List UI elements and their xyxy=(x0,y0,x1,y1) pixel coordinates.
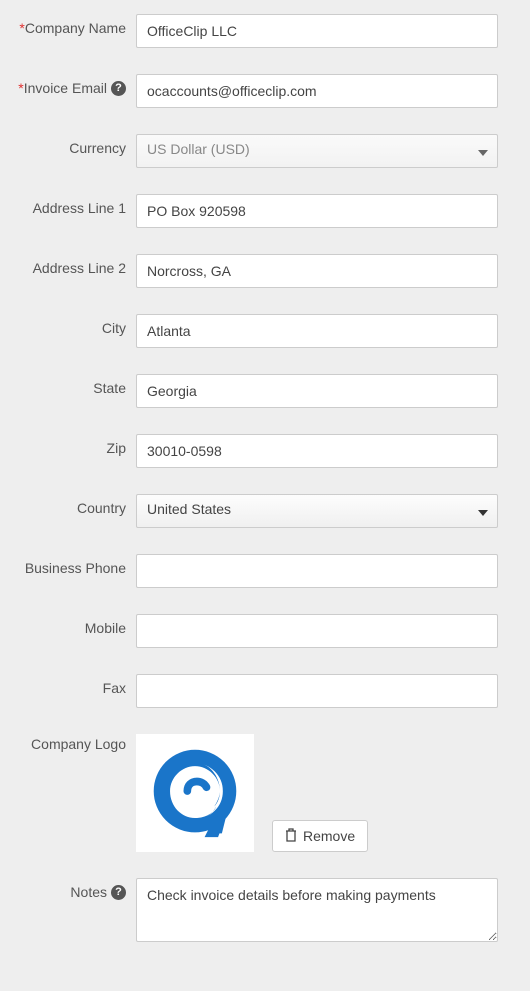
label-notes: Notes ? xyxy=(14,878,136,900)
row-address2: Address Line 2 xyxy=(14,254,498,288)
remove-logo-button[interactable]: Remove xyxy=(272,820,368,852)
row-state: State xyxy=(14,374,498,408)
label-company-logo: Company Logo xyxy=(14,734,136,752)
label-city: City xyxy=(14,314,136,336)
mobile-input[interactable] xyxy=(136,614,498,648)
help-icon[interactable]: ? xyxy=(111,885,126,900)
zip-input[interactable] xyxy=(136,434,498,468)
city-input[interactable] xyxy=(136,314,498,348)
row-fax: Fax xyxy=(14,674,498,708)
business-phone-input[interactable] xyxy=(136,554,498,588)
label-mobile: Mobile xyxy=(14,614,136,636)
help-icon[interactable]: ? xyxy=(111,81,126,96)
address1-input[interactable] xyxy=(136,194,498,228)
row-country: Country United States xyxy=(14,494,498,528)
logo-icon xyxy=(147,745,243,841)
row-invoice-email: *Invoice Email ? xyxy=(14,74,498,108)
row-notes: Notes ? xyxy=(14,878,498,945)
row-mobile: Mobile xyxy=(14,614,498,648)
company-name-input[interactable] xyxy=(136,14,498,48)
label-business-phone: Business Phone xyxy=(14,554,136,576)
row-business-phone: Business Phone xyxy=(14,554,498,588)
row-zip: Zip xyxy=(14,434,498,468)
label-zip: Zip xyxy=(14,434,136,456)
label-state: State xyxy=(14,374,136,396)
row-company-name: *Company Name xyxy=(14,14,498,48)
label-address2: Address Line 2 xyxy=(14,254,136,276)
company-logo-image xyxy=(136,734,254,852)
fax-input[interactable] xyxy=(136,674,498,708)
label-invoice-email: *Invoice Email ? xyxy=(14,74,136,96)
trash-icon xyxy=(285,828,297,845)
invoice-email-input[interactable] xyxy=(136,74,498,108)
row-address1: Address Line 1 xyxy=(14,194,498,228)
country-select[interactable]: United States xyxy=(136,494,498,528)
label-country: Country xyxy=(14,494,136,516)
row-currency: Currency US Dollar (USD) xyxy=(14,134,498,168)
company-form: *Company Name *Invoice Email ? Currency … xyxy=(0,0,530,991)
currency-select[interactable]: US Dollar (USD) xyxy=(136,134,498,168)
notes-input[interactable] xyxy=(136,878,498,942)
label-company-name: *Company Name xyxy=(14,14,136,36)
row-company-logo: Company Logo Remove xyxy=(14,734,498,852)
label-address1: Address Line 1 xyxy=(14,194,136,216)
address2-input[interactable] xyxy=(136,254,498,288)
label-currency: Currency xyxy=(14,134,136,156)
label-fax: Fax xyxy=(14,674,136,696)
state-input[interactable] xyxy=(136,374,498,408)
row-city: City xyxy=(14,314,498,348)
